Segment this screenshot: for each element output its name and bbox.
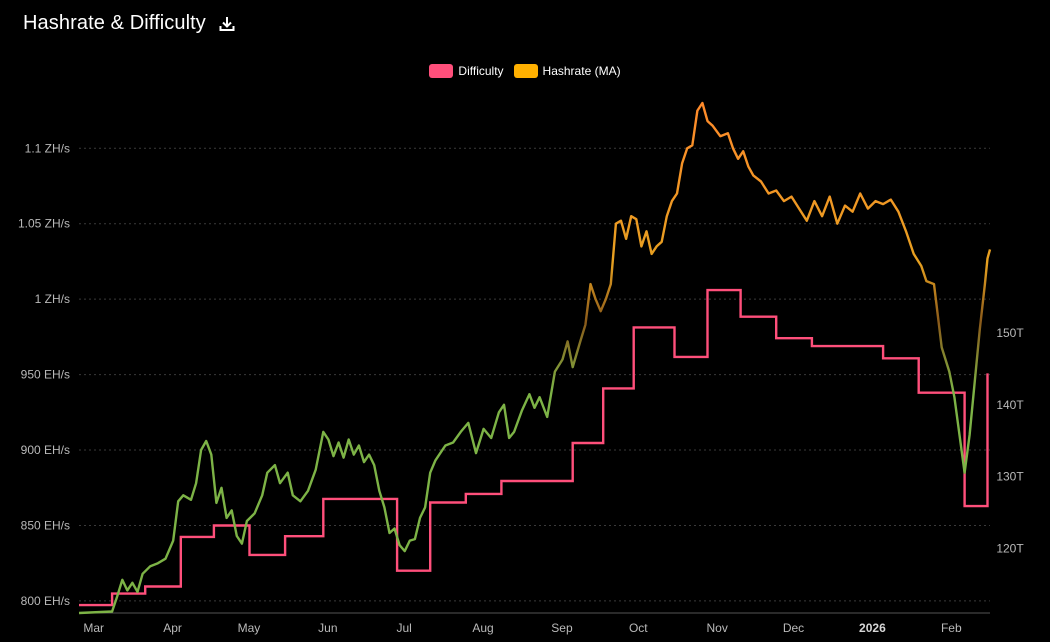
x-tick-label: Mar [83,621,104,635]
x-tick-label: Dec [783,621,804,635]
y-left-tick-label: 850 EH/s [21,518,70,532]
x-tick-label: Apr [163,621,182,635]
y-right-tick-label: 140T [996,398,1024,412]
x-tick-label: 2026 [859,621,886,635]
y-right-tick-label: 130T [996,470,1024,484]
x-tick-label: Aug [472,621,493,635]
y-left-tick-label: 900 EH/s [21,443,70,457]
y-right-tick-label: 120T [996,541,1024,555]
x-tick-label: Jun [318,621,337,635]
y-left-tick-label: 1.1 ZH/s [25,141,70,155]
y-left-tick-label: 800 EH/s [21,594,70,608]
y-left-tick-label: 950 EH/s [21,368,70,382]
difficulty-line [79,288,989,607]
x-tick-label: Feb [941,621,962,635]
x-tick-label: Nov [707,621,728,635]
y-right-tick-label: 150T [996,326,1024,340]
hashrate-difficulty-chart: 800 EH/s 850 EH/s 900 EH/s 950 EH/s 1 ZH/s 1.… [18,101,1024,635]
x-tick-label: Jul [397,621,412,635]
x-tick-label: May [238,621,261,635]
x-tick-label: Sep [551,621,573,635]
x-tick-label: Oct [629,621,648,635]
hashrate-line [78,101,992,615]
y-left-tick-label: 1 ZH/s [35,292,70,306]
y-left-tick-label: 1.05 ZH/s [18,217,70,231]
